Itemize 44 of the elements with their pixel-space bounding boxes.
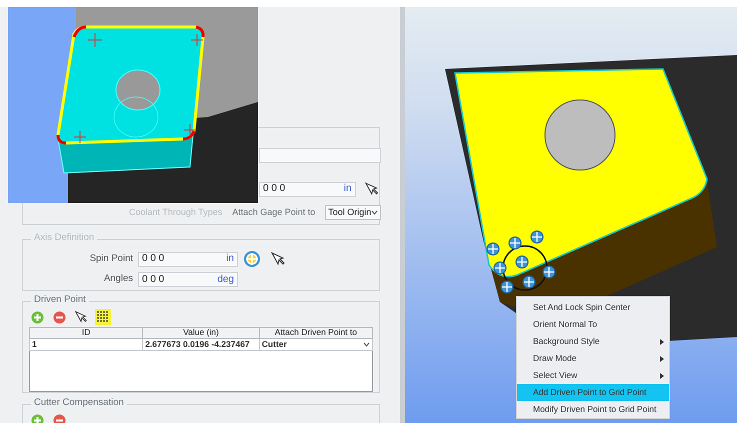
insert-hole [544,100,616,170]
input-field[interactable] [259,148,381,163]
toolbar-toggle[interactable] [51,309,67,325]
table-dropdown[interactable]: Cutter [259,338,372,350]
add-icon [30,310,44,324]
input-field[interactable]: 0 0 0 deg [138,272,238,287]
dropdown[interactable]: Tool Origin [325,205,382,220]
menu-item[interactable]: Set And Lock Spin Center [517,299,669,316]
crosshair-icon[interactable] [243,250,261,268]
add-icon [30,414,44,423]
table-cell: 2.677673 0.0196 -4.237467 [142,338,260,350]
submenu-arrow-icon [660,356,664,362]
field-label: Angles [102,274,133,285]
input-field[interactable]: 0 0 0 in [259,182,356,196]
chevron-down-icon [371,210,378,215]
menu-item[interactable]: Modify Driven Point to Grid Point [517,401,669,418]
menu-item[interactable]: Add Driven Point to Grid Point [517,384,669,401]
submenu-arrow-icon [660,372,664,378]
option-label: Coolant Through Types [129,207,222,218]
pointer-icon [74,310,88,324]
column-header[interactable]: ID [30,328,143,338]
submenu-arrow-icon [660,338,664,344]
chevron-down-icon [363,342,370,347]
column-header[interactable]: Value (in) [142,328,260,338]
toolbar-toggle[interactable] [73,309,89,325]
remove-icon [52,414,66,423]
grid-points-drawing [486,230,556,294]
toolbar-toggle[interactable] [95,309,111,325]
pointer-icon[interactable] [270,251,286,267]
menu-item[interactable]: Background Style [517,333,669,350]
dot-grid-icon [97,311,109,323]
menu-item[interactable]: Draw Mode [517,350,669,367]
toolbar-toggle[interactable] [29,309,45,325]
table-cell: 1 [30,338,143,350]
group-title: Cutter Compensation [31,398,127,409]
pointer-icon[interactable] [364,181,379,197]
menu-item[interactable]: Orient Normal To [517,316,669,333]
field-label: Attach Gage Point to [232,207,316,218]
input-field[interactable]: 0 0 0 in [138,252,238,266]
viewport[interactable]: Set And Lock Spin Center Orient Normal To Background Style Draw Mode Select View Add Driven Point to Grid Point Modify Driven Point to Grid Point [405,7,737,423]
field-label: Spin Point [88,254,133,264]
remove-icon [52,310,66,324]
menu-item[interactable]: Select View [517,367,669,384]
column-header[interactable]: Attach Driven Point to [259,328,372,338]
